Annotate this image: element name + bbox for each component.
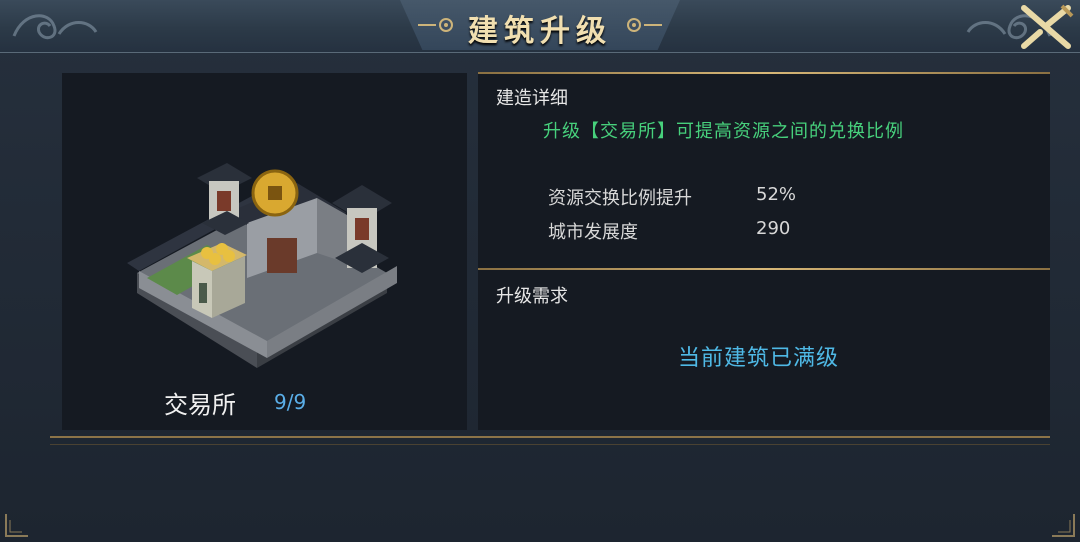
trading-post-building-icon <box>127 163 397 368</box>
requirements-section-title: 升级需求 <box>496 286 568 307</box>
building-name: 交易所 <box>164 391 236 419</box>
building-preview-panel: 交易所 9/9 <box>62 73 467 430</box>
bottom-divider <box>50 436 1050 445</box>
stat-value-exchange-rate: 52% <box>756 184 797 205</box>
cloud-ornament-left-icon <box>12 14 98 40</box>
details-section-title: 建造详细 <box>496 88 568 109</box>
crossed-swords-close-icon[interactable] <box>1016 2 1076 52</box>
title-bar: 建筑升级 <box>0 0 1080 53</box>
stat-label-exchange-rate: 资源交换比例提升 <box>548 188 692 209</box>
building-description: 升级【交易所】可提高资源之间的兑换比例 <box>543 121 904 142</box>
building-level: 9/9 <box>274 390 307 414</box>
corner-ornament-right-icon <box>1052 514 1075 537</box>
stat-label-development: 城市发展度 <box>548 222 638 243</box>
max-level-status: 当前建筑已满级 <box>678 346 840 371</box>
dialog-title: 建筑升级 <box>468 14 612 49</box>
divider-middle <box>478 268 1050 270</box>
upgrade-dialog: 建筑升级 交易所 9/9 建造详细 升级【交易所】可提高资源之间的兑换比例 资源… <box>0 0 1080 542</box>
divider-top <box>478 72 1050 74</box>
corner-ornament-left-icon <box>5 514 28 537</box>
stat-value-development: 290 <box>756 218 791 239</box>
